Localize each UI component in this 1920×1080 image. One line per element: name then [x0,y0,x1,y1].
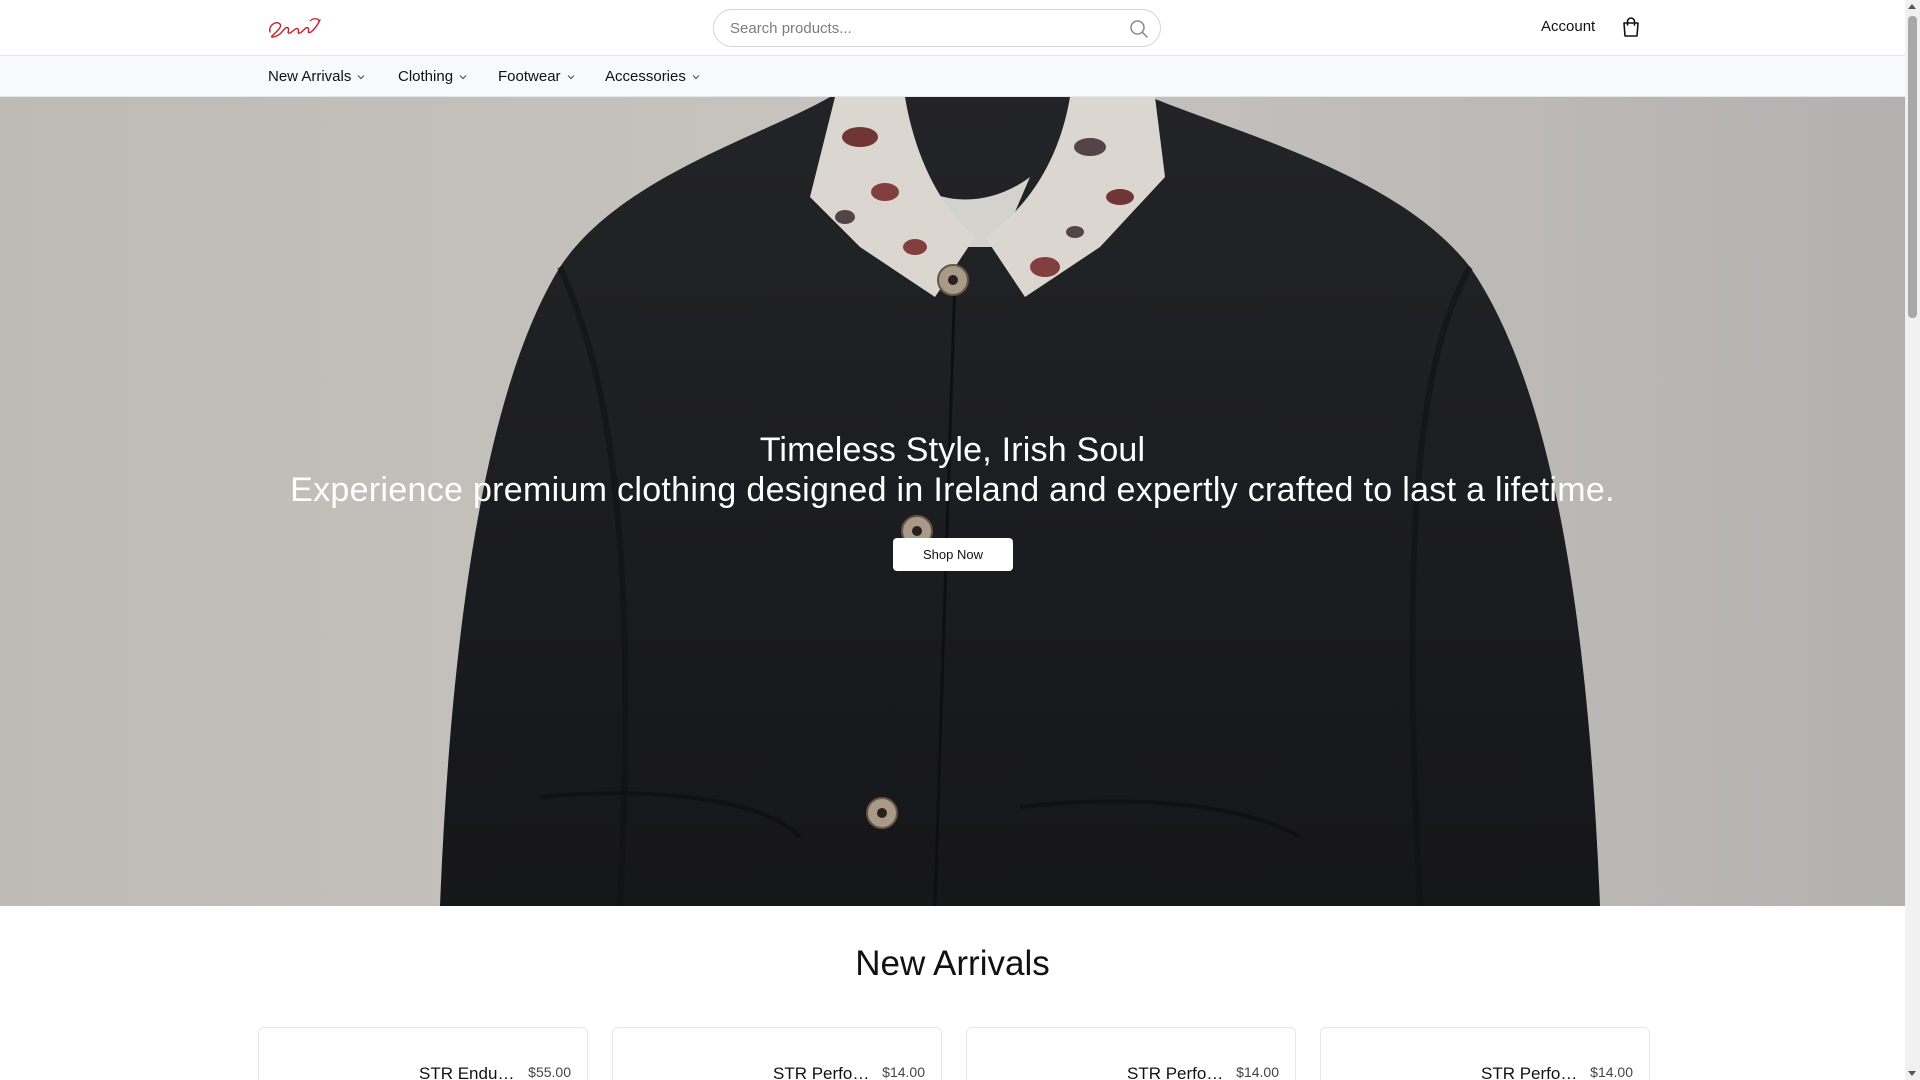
product-price: $14.00 [1236,1064,1279,1080]
nav-item-footwear[interactable]: Footwear [498,68,576,85]
search-bar [713,9,1161,47]
product-name: STR Performance [773,1064,873,1080]
product-card[interactable]: STR Performance $14.00 [966,1027,1296,1080]
product-name: STR Endurance [419,1064,519,1080]
product-card[interactable]: STR Performance $14.00 [612,1027,942,1080]
product-image [979,1042,1089,1080]
product-image [271,1042,381,1080]
scroll-thumb[interactable] [1908,16,1917,318]
chevron-down-icon [692,74,700,79]
product-price: $14.00 [882,1064,925,1080]
script-logo-icon [268,18,321,38]
nav-item-new-arrivals[interactable]: New Arrivals [268,68,366,85]
hero-subtitle: Experience premium clothing designed in … [290,471,1615,509]
main-nav: New Arrivals Clothing Footwear Accessori… [0,56,1905,97]
search-icon[interactable] [1128,18,1150,40]
nav-item-label: New Arrivals [268,68,352,85]
chevron-down-icon [357,74,365,79]
scroll-down-arrow-icon[interactable] [1908,1071,1916,1076]
site-header: Account [0,0,1905,56]
shop-now-button[interactable]: Shop Now [893,538,1013,571]
shopping-bag-icon[interactable] [1621,16,1641,38]
nav-item-label: Clothing [398,68,454,85]
product-name: STR Performance [1481,1064,1581,1080]
product-name: STR Performance [1127,1064,1227,1080]
brand-logo[interactable] [266,12,322,42]
product-card[interactable]: STR Endurance $55.00 [258,1027,588,1080]
nav-item-clothing[interactable]: Clothing [398,68,468,85]
account-link[interactable]: Account [1541,18,1595,35]
chevron-down-icon [567,74,574,79]
product-price: $14.00 [1590,1064,1633,1080]
product-card[interactable]: STR Performance $14.00 [1320,1027,1650,1080]
section-title: New Arrivals [855,944,1050,983]
nav-item-accessories[interactable]: Accessories [605,68,701,85]
product-image [625,1042,735,1080]
product-price: $55.00 [528,1064,571,1080]
nav-item-label: Accessories [605,68,686,85]
page-scrollbar[interactable] [1905,0,1920,1080]
chevron-down-icon [459,74,467,79]
product-image [1333,1042,1443,1080]
nav-item-label: Footwear [498,68,561,85]
hero-title: Timeless Style, Irish Soul [759,431,1146,469]
hero-banner: Timeless Style, Irish Soul Experience pr… [0,97,1905,906]
search-input[interactable] [730,10,1110,46]
scroll-up-arrow-icon[interactable] [1908,4,1916,9]
